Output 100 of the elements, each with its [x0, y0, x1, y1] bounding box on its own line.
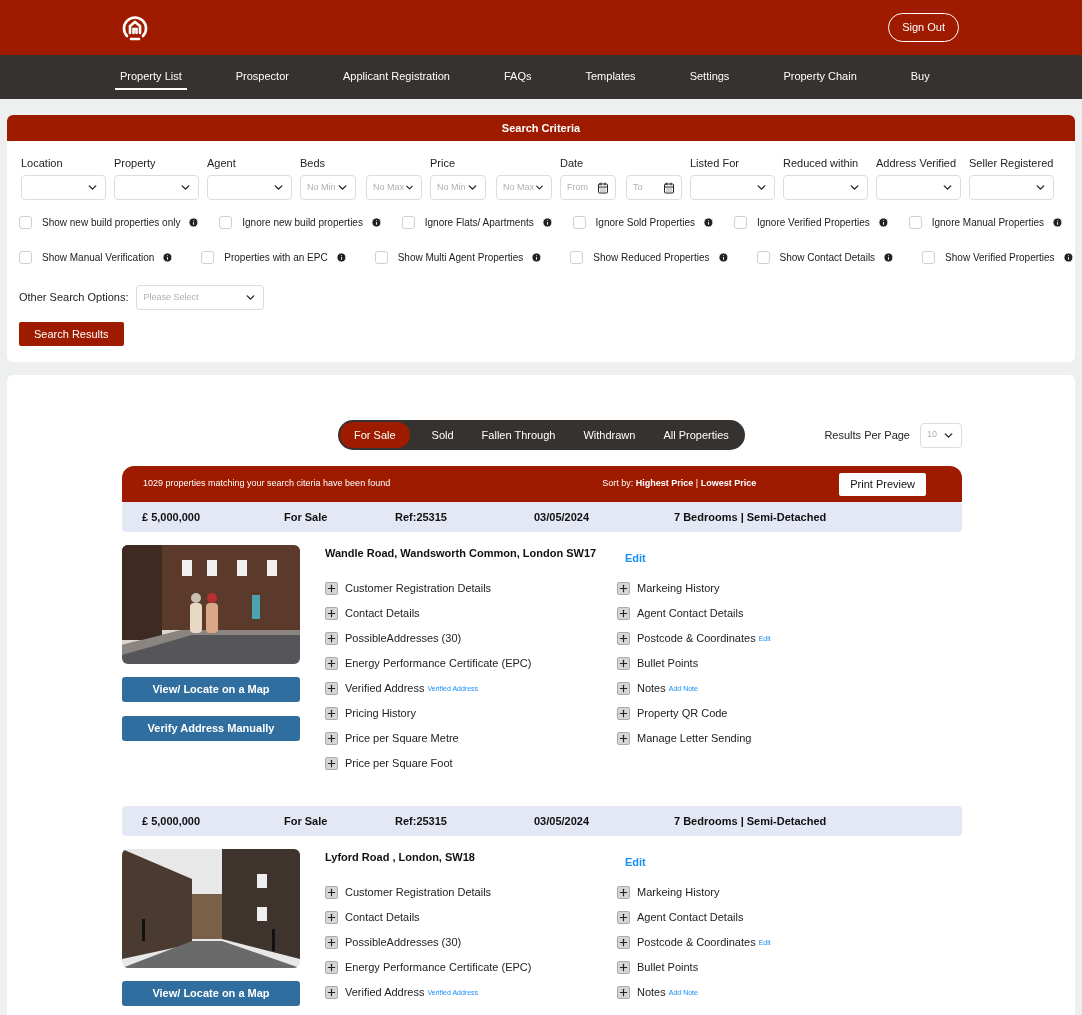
expand-icon[interactable] — [325, 961, 338, 974]
nav-tab[interactable]: Settings — [684, 63, 735, 91]
nav-tab[interactable]: Property Chain — [778, 63, 862, 91]
calendar-icon — [597, 181, 609, 194]
detail-item[interactable]: Verified Address — [345, 984, 425, 1001]
expand-icon[interactable] — [325, 886, 338, 899]
expand-icon[interactable] — [617, 732, 630, 745]
nav-tab[interactable]: FAQs — [498, 63, 537, 91]
detail-item[interactable]: Notes — [637, 984, 666, 1001]
nav-tab[interactable]: Applicant Registration — [337, 63, 455, 91]
info-icon — [188, 217, 200, 228]
expand-icon[interactable] — [617, 582, 630, 595]
detail-item[interactable]: Postcode & Coordinates — [637, 630, 756, 647]
calendar-icon — [663, 181, 675, 194]
print-preview-button[interactable]: Print Preview — [839, 472, 926, 496]
expand-icon[interactable] — [325, 732, 338, 745]
expand-icon[interactable] — [325, 582, 338, 595]
checkbox-label: Ignore new build properties — [242, 216, 363, 230]
detail-item[interactable]: Contact Details — [345, 909, 420, 926]
expand-icon[interactable] — [617, 657, 630, 670]
checkbox-label: Ignore Flats/ Apartments — [424, 216, 534, 230]
expand-icon[interactable] — [325, 682, 338, 695]
expand-icon[interactable] — [325, 607, 338, 620]
search-results-button[interactable]: Search Results — [19, 322, 124, 346]
checkbox[interactable] — [219, 216, 233, 229]
expand-icon[interactable] — [325, 757, 338, 770]
checkbox[interactable] — [733, 216, 747, 229]
checkbox[interactable] — [201, 251, 215, 264]
detail-item[interactable]: Agent Contact Details — [637, 605, 744, 622]
checkbox[interactable] — [19, 251, 32, 264]
status-tab[interactable]: For Sale — [340, 422, 410, 448]
detail-item[interactable]: Verified Address — [345, 680, 425, 697]
status-tab[interactable]: All Properties — [649, 422, 743, 448]
filter-label: Listed For — [690, 156, 740, 171]
expand-icon[interactable] — [325, 911, 338, 924]
detail-item[interactable]: Energy Performance Certificate (EPC) — [345, 959, 532, 976]
nav-tab[interactable]: Prospector — [230, 63, 294, 91]
results-count-text: 1029 properties matching your search citeria have been found — [143, 477, 391, 491]
detail-item[interactable]: PossibleAddresses (30) — [345, 934, 462, 951]
nav-tab[interactable]: Property List — [115, 63, 187, 91]
map-action-button[interactable]: View/ Locate on a Map — [122, 677, 300, 702]
status-tab[interactable]: Sold — [417, 422, 468, 448]
detail-item[interactable]: Bullet Points — [637, 959, 699, 976]
detail-item[interactable]: Contact Details — [345, 605, 420, 622]
status-tab[interactable]: Withdrawn — [569, 422, 650, 448]
checkbox[interactable] — [572, 216, 586, 229]
expand-icon[interactable] — [617, 936, 630, 949]
property-summary: 7 Bedrooms | Semi-Detached — [674, 813, 827, 829]
detail-item[interactable]: Price per Square Metre — [345, 730, 459, 747]
info-icon — [1051, 217, 1063, 228]
detail-item[interactable]: Customer Registration Details — [345, 580, 492, 597]
filter-label: Property — [114, 156, 157, 171]
expand-icon[interactable] — [325, 986, 338, 999]
checkbox-label: Show Contact Details — [779, 251, 876, 265]
expand-icon[interactable] — [617, 607, 630, 620]
expand-icon[interactable] — [617, 986, 630, 999]
property-address: Wandle Road, Wandsworth Common, London SW17 — [325, 546, 598, 561]
detail-item[interactable]: Customer Registration Details — [345, 884, 492, 901]
detail-item[interactable]: Energy Performance Certificate (EPC) — [345, 655, 532, 672]
expand-icon[interactable] — [617, 632, 630, 645]
checkbox[interactable] — [908, 216, 922, 229]
expand-icon[interactable] — [617, 961, 630, 974]
detail-item[interactable]: Manage Letter Sending — [637, 730, 752, 747]
info-icon — [717, 252, 729, 263]
expand-icon[interactable] — [325, 707, 338, 720]
checkbox-label: Show Manual Verification — [42, 251, 155, 265]
checkbox[interactable] — [401, 216, 415, 229]
info-icon — [335, 252, 347, 263]
detail-item[interactable]: Markeing History — [637, 580, 720, 597]
detail-item[interactable]: PossibleAddresses (30) — [345, 630, 462, 647]
detail-item[interactable]: Bullet Points — [637, 655, 699, 672]
expand-icon[interactable] — [617, 707, 630, 720]
map-action-button[interactable]: View/ Locate on a Map — [122, 981, 300, 1006]
filter-label: Location — [21, 156, 64, 171]
detail-item[interactable]: Property QR Code — [637, 705, 728, 722]
detail-item[interactable]: Price per Square Foot — [345, 755, 453, 772]
checkbox-label: Show Reduced Properties — [593, 251, 710, 265]
checkbox[interactable] — [756, 251, 770, 264]
checkbox[interactable] — [922, 251, 936, 264]
expand-icon[interactable] — [325, 632, 338, 645]
nav-tab[interactable]: Templates — [580, 63, 641, 91]
expand-icon[interactable] — [617, 886, 630, 899]
expand-icon[interactable] — [325, 936, 338, 949]
detail-item[interactable]: Postcode & Coordinates — [637, 934, 756, 951]
info-icon — [370, 217, 382, 228]
detail-item[interactable]: Notes — [637, 680, 666, 697]
checkbox[interactable] — [374, 251, 388, 264]
checkbox[interactable] — [570, 251, 584, 264]
map-action-button[interactable]: Verify Address Manually — [122, 716, 300, 741]
property-date: 03/05/2024 — [534, 509, 591, 525]
detail-item[interactable]: Agent Contact Details — [637, 909, 744, 926]
property-date: 03/05/2024 — [534, 813, 591, 829]
status-tab[interactable]: Fallen Through — [467, 422, 570, 448]
expand-icon[interactable] — [325, 657, 338, 670]
expand-icon[interactable] — [617, 911, 630, 924]
nav-tab[interactable]: Buy — [905, 63, 935, 91]
checkbox[interactable] — [19, 216, 32, 229]
detail-item[interactable]: Pricing History — [345, 705, 416, 722]
detail-item[interactable]: Markeing History — [637, 884, 720, 901]
expand-icon[interactable] — [617, 682, 630, 695]
